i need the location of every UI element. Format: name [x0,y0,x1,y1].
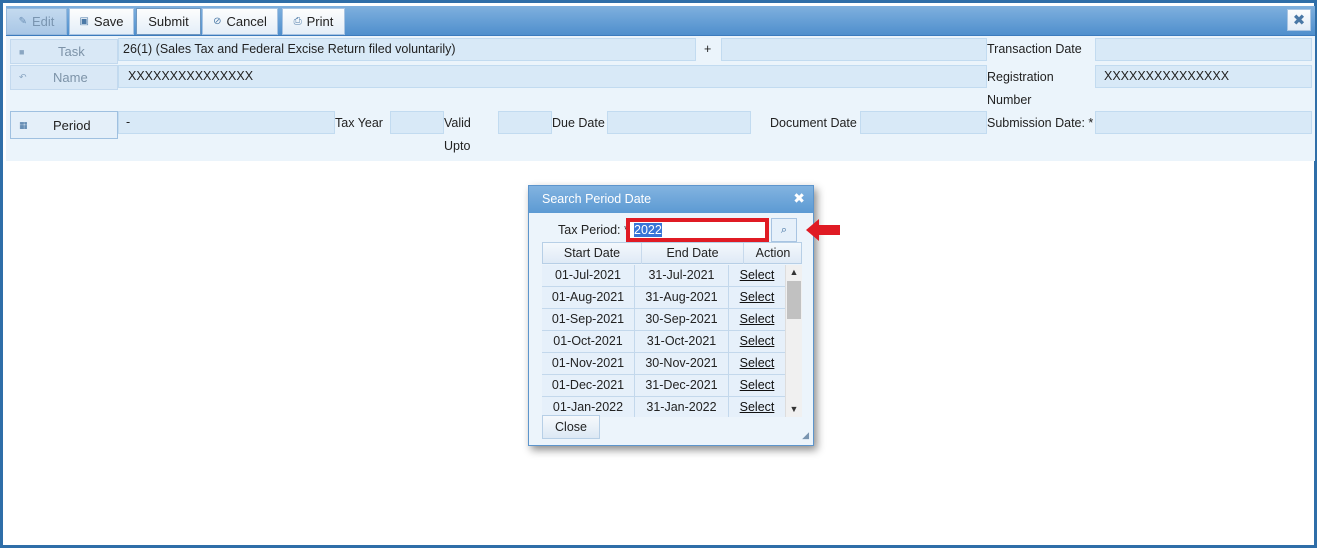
select-link[interactable]: Select [729,397,785,417]
list-icon: ■ [19,46,25,57]
grid-header: Start Date End Date Action [542,242,802,264]
resize-handle-icon[interactable]: ◢ [802,430,809,441]
select-link[interactable]: Select [729,353,785,374]
floppy-icon: ▣ [79,16,89,27]
grid-scrollbar[interactable]: ▲ ▼ [785,265,802,417]
table-row: 01-Aug-2021 31-Aug-2021 Select [542,287,785,309]
period-field[interactable]: - [118,111,335,134]
select-link[interactable]: Select [729,331,785,352]
submission-date-field[interactable] [1095,111,1312,134]
grid-body: 01-Jul-2021 31-Jul-2021 Select 01-Aug-20… [542,265,785,417]
print-button[interactable]: ⎙ Print [282,8,345,35]
tax-period-input[interactable]: 2022 [626,218,769,242]
table-row: 01-Sep-2021 30-Sep-2021 Select [542,309,785,331]
column-header-end-date: End Date [642,243,744,264]
return-form: ■ Task 26(1) (Sales Tax and Federal Exci… [6,36,1315,161]
pencil-icon: ✎ [18,16,27,27]
registration-number-field[interactable]: XXXXXXXXXXXXXXX [1095,65,1312,88]
search-period-date-dialog: Search Period Date ✖ Tax Period: * 2022 … [528,185,814,446]
task-extra-field[interactable] [721,38,987,61]
dialog-close-icon[interactable]: ✖ [793,190,805,207]
scroll-down-icon[interactable]: ▼ [786,402,802,417]
submit-button[interactable]: Submit [136,8,201,35]
document-date-label: Document Date [770,116,857,130]
valid-upto-label-2: Upto [444,139,471,153]
search-icon: ⌕ [780,223,788,236]
undo-icon: ↶ [19,72,27,82]
task-field[interactable]: 26(1) (Sales Tax and Federal Excise Retu… [118,38,696,61]
edit-button[interactable]: ✎ Edit [6,8,67,35]
dialog-title: Search Period Date [529,186,813,213]
select-link[interactable]: Select [729,287,785,308]
transaction-date-field[interactable] [1095,38,1312,61]
valid-upto-label-1: Valid [444,116,471,130]
name-button[interactable]: ↶ Name [10,65,118,90]
select-link[interactable]: Select [729,265,785,286]
due-date-label: Due Date [552,116,605,130]
document-date-field[interactable] [860,111,987,134]
table-row: 01-Jan-2022 31-Jan-2022 Select [542,397,785,417]
transaction-date-label: Transaction Date [987,42,1082,56]
search-button[interactable]: ⌕ [771,218,797,242]
table-row: 01-Oct-2021 31-Oct-2021 Select [542,331,785,353]
period-button[interactable]: ▦ Period [10,111,118,139]
registration-number-label-2: Number [987,93,1032,107]
submission-date-label: Submission Date: * [987,116,1094,130]
add-task-button[interactable]: + [704,42,711,56]
cancel-icon: ⊘ [213,16,222,27]
task-button[interactable]: ■ Task [10,39,118,64]
close-icon: ✖ [1292,12,1306,29]
cancel-button[interactable]: ⊘ Cancel [202,8,278,35]
printer-icon: ⎙ [293,16,302,27]
red-arrow-icon [806,219,840,241]
name-field[interactable]: XXXXXXXXXXXXXXX [118,65,987,88]
tax-year-field[interactable] [390,111,444,134]
scroll-thumb[interactable] [787,281,801,319]
table-row: 01-Dec-2021 31-Dec-2021 Select [542,375,785,397]
valid-upto-field[interactable] [498,111,552,134]
column-header-action: Action [755,246,791,260]
close-button[interactable]: Close [542,415,600,439]
column-header-start-date: Start Date [543,243,642,264]
due-date-field[interactable] [607,111,751,134]
tax-period-value: 2022 [634,223,662,237]
save-button[interactable]: ▣ Save [69,8,134,35]
tax-year-label: Tax Year [335,116,383,130]
table-row: 01-Jul-2021 31-Jul-2021 Select [542,265,785,287]
select-link[interactable]: Select [729,375,785,396]
calendar-icon: ▦ [19,119,28,130]
close-window-button[interactable]: ✖ [1287,9,1311,31]
table-row: 01-Nov-2021 30-Nov-2021 Select [542,353,785,375]
select-link[interactable]: Select [729,309,785,330]
toolbar: ✎ Edit ▣ Save Submit ⊘ Cancel ⎙ Print ✖ [6,6,1315,36]
scroll-up-icon[interactable]: ▲ [786,265,802,280]
tax-period-label: Tax Period: * [558,223,629,237]
registration-number-label-1: Registration [987,70,1054,84]
